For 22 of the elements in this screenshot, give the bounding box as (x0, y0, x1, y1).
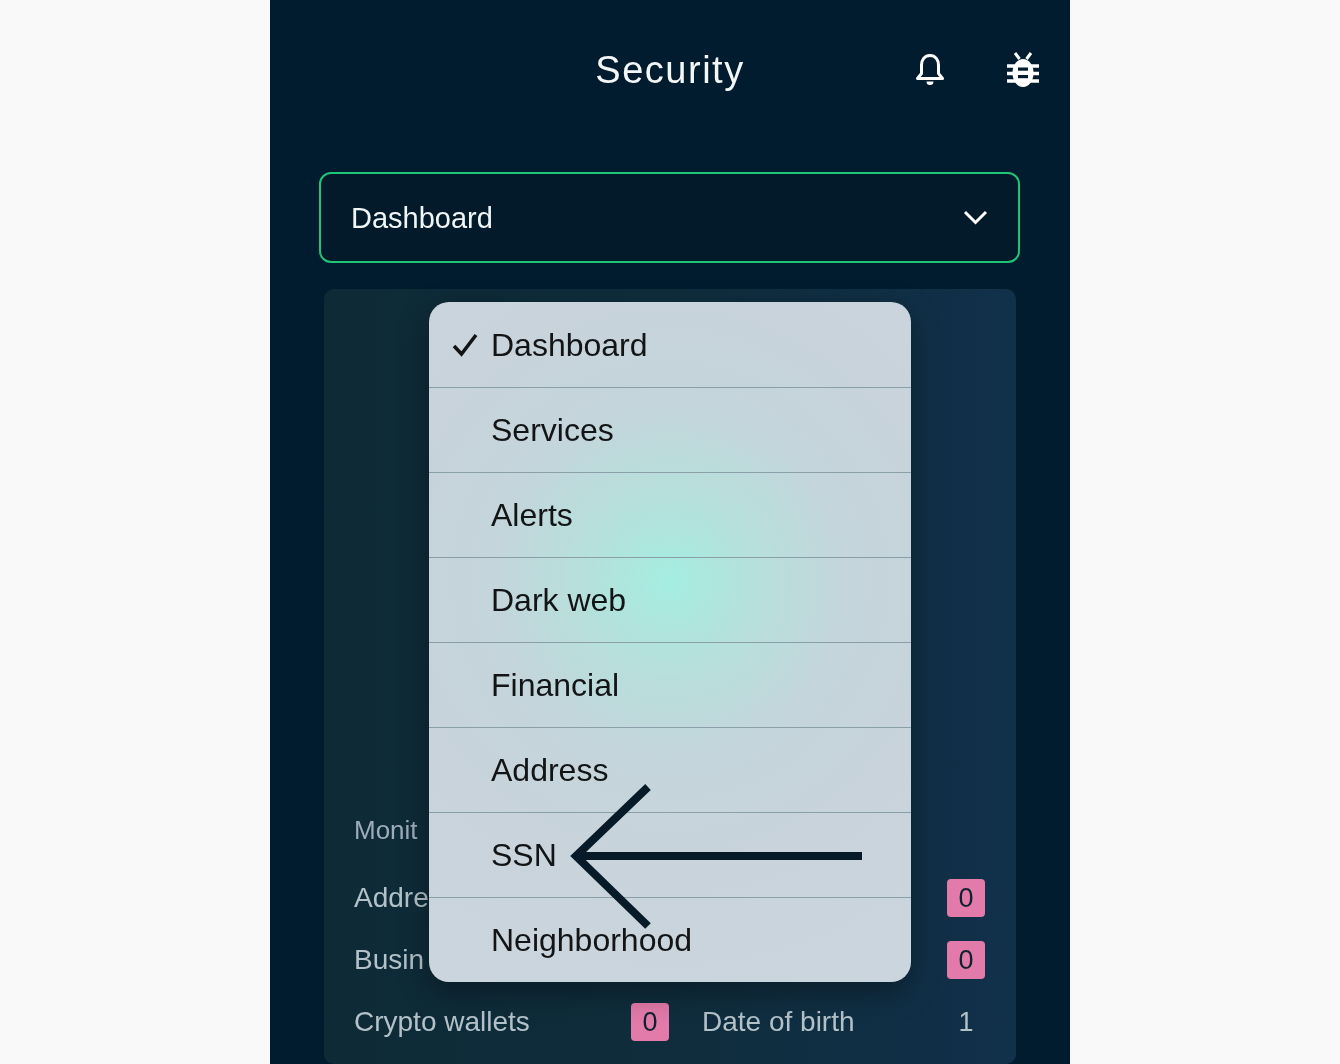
menu-item[interactable]: Services (429, 387, 911, 472)
menu-item[interactable]: Financial (429, 642, 911, 727)
page-title: Security (595, 48, 745, 92)
category-label: Addre (354, 881, 429, 915)
menu-item[interactable]: Neighborhood (429, 897, 911, 982)
category-label: Crypto wallets (354, 1005, 530, 1039)
count-badge: 0 (631, 1003, 669, 1041)
count-badge: 0 (947, 879, 985, 917)
bell-icon[interactable] (914, 52, 946, 88)
bug-icon[interactable] (1006, 51, 1040, 89)
count-value: 1 (957, 1006, 975, 1039)
chevron-down-icon (963, 210, 988, 225)
menu-item[interactable]: Alerts (429, 472, 911, 557)
view-select[interactable]: Dashboard (319, 172, 1020, 263)
menu-item[interactable]: Dashboard (429, 302, 911, 387)
category-label: Busin (354, 943, 425, 977)
section-heading: Monit (354, 815, 418, 845)
menu-item[interactable]: Dark web (429, 557, 911, 642)
category-label: Date of birth (702, 1005, 855, 1039)
count-badge: 0 (947, 941, 985, 979)
menu-item[interactable]: Address (429, 727, 911, 812)
menu-item[interactable]: SSN (429, 812, 911, 897)
